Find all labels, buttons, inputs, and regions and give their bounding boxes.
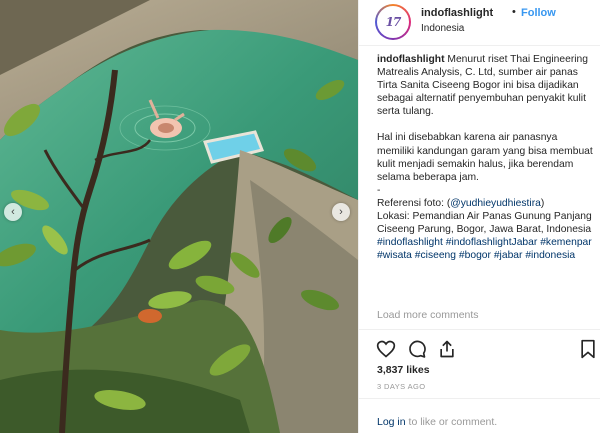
hashtag-link[interactable]: #bogor (459, 250, 491, 261)
avatar-logo: 17 (377, 6, 409, 38)
reference-prefix: Referensi foto: ( (377, 197, 451, 209)
save-button[interactable] (579, 339, 597, 364)
previous-photo-button[interactable]: ‹ (4, 203, 22, 221)
hashtag-list: #indoflashlight #indoflashlightJabar #ke… (377, 236, 593, 262)
post-caption: indoflashlight Menurut riset Thai Engine… (377, 53, 593, 262)
comment-icon (409, 340, 426, 358)
hashtag-link[interactable]: #kemenpar (540, 237, 592, 248)
login-footer: Log in to like or comment. (359, 398, 600, 433)
like-button[interactable] (376, 339, 396, 364)
login-link[interactable]: Log in (377, 416, 406, 428)
hashtag-link[interactable]: #indonesia (525, 250, 575, 261)
post-photo[interactable]: ‹ › (0, 0, 358, 433)
hashtag-link[interactable]: #indoflashlightJabar (446, 237, 538, 248)
share-button[interactable] (437, 339, 457, 364)
reference-suffix: ) (540, 197, 545, 209)
hashtag-link[interactable]: #jabar (494, 250, 523, 261)
post-side-panel: 17 indoflashlight • Follow Indonesia ind… (358, 0, 600, 433)
chevron-left-icon: ‹ (11, 206, 15, 218)
post-timestamp: 3 DAYS AGO (377, 382, 426, 391)
hashtag-link[interactable]: #ciseeng (415, 250, 456, 261)
heart-icon (376, 340, 396, 358)
comment-button[interactable] (407, 339, 427, 364)
chevron-right-icon: › (339, 206, 343, 218)
post-header: 17 indoflashlight • Follow Indonesia (359, 0, 600, 46)
avatar[interactable]: 17 (375, 4, 411, 40)
follow-button[interactable]: Follow (521, 7, 556, 19)
action-bar (359, 329, 600, 369)
next-photo-button[interactable]: › (332, 203, 350, 221)
caption-dash: - (377, 184, 381, 196)
like-count[interactable]: 3,837 likes (377, 364, 430, 376)
hashtag-link[interactable]: #wisata (377, 250, 412, 261)
hot-spring-photo (0, 0, 358, 433)
location-link[interactable]: Indonesia (421, 23, 464, 34)
caption-paragraph-2: Hal ini disebabkan karena air panasnya m… (377, 132, 593, 183)
location-text: Lokasi: Pemandian Air Panas Gunung Panja… (377, 211, 592, 236)
bookmark-icon (581, 339, 595, 359)
share-icon (440, 340, 454, 358)
username-link[interactable]: indoflashlight (421, 7, 493, 19)
load-more-comments-link[interactable]: Load more comments (377, 309, 479, 321)
separator-dot: • (512, 6, 516, 18)
reference-handle-link[interactable]: @yudhieyudhiestira (450, 198, 541, 209)
login-prompt-text: to like or comment. (405, 416, 498, 428)
caption-username[interactable]: indoflashlight (377, 54, 445, 65)
hashtag-link[interactable]: #indoflashlight (377, 237, 443, 248)
